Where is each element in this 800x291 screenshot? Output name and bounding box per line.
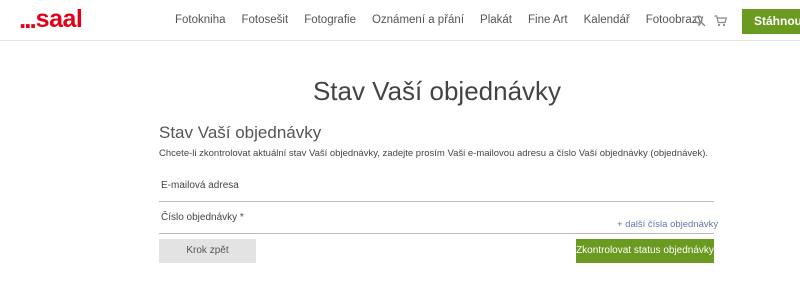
download-button[interactable]: Stáhnout (742, 9, 800, 34)
nav-item-fine-art[interactable]: Fine Art (528, 14, 568, 26)
back-button[interactable]: Krok zpět (159, 239, 256, 263)
saal-logo[interactable]: ... saal (19, 4, 83, 34)
logo-text: saal (35, 5, 83, 33)
form-title: Stav Vaší objednávky (159, 123, 322, 142)
main-nav: Fotokniha Fotosešit Fotografie Oznámení … (175, 0, 719, 40)
site-header: ... saal Fotokniha Fotosešit Fotografie … (0, 0, 800, 41)
nav-item-fotografie[interactable]: Fotografie (304, 14, 356, 26)
email-underline (159, 201, 714, 202)
add-order-number-link[interactable]: + další čísla objednávky (617, 219, 718, 230)
search-icon[interactable] (694, 14, 708, 28)
intro-text: Chcete-li zkontrolovat aktuální stav Vaš… (159, 148, 708, 159)
check-status-button[interactable]: Zkontrolovat status objednávky (576, 239, 714, 263)
order-number-underline (159, 233, 714, 234)
nav-item-fotosesit[interactable]: Fotosešit (242, 14, 289, 26)
email-field[interactable] (159, 178, 714, 198)
cart-icon[interactable] (714, 14, 728, 28)
nav-item-plakat[interactable]: Plakát (480, 14, 512, 26)
nav-item-oznameni[interactable]: Oznámení a přání (372, 14, 464, 26)
nav-item-fotokniha[interactable]: Fotokniha (175, 14, 226, 26)
logo-dots: ... (19, 4, 37, 34)
page-title: Stav Vaší objednávky (312, 76, 562, 106)
nav-item-kalendar[interactable]: Kalendář (584, 14, 630, 26)
